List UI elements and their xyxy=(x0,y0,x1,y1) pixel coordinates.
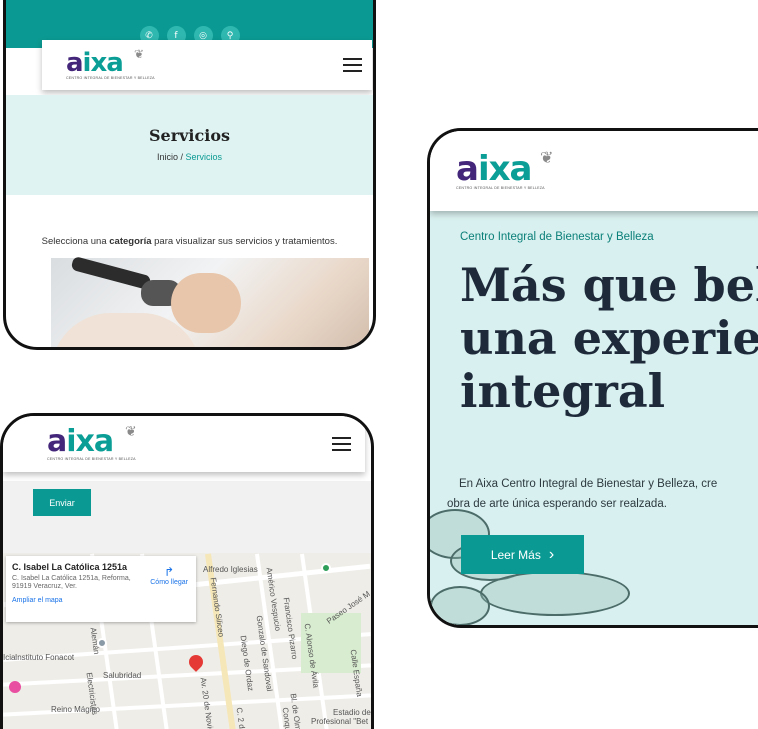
page-title: Servicios xyxy=(148,126,231,145)
directions-icon: ↱ xyxy=(164,565,175,579)
logo[interactable]: aixa CENTRO INTEGRAL DE BIENESTAR Y BELL… xyxy=(456,148,553,190)
send-button[interactable]: Enviar xyxy=(33,489,91,516)
header-nav: aixa CENTRO INTEGRAL DE BIENESTAR Y BELL… xyxy=(430,131,758,211)
menu-icon[interactable] xyxy=(332,437,351,451)
menu-icon[interactable] xyxy=(343,58,362,72)
embedded-map[interactable]: Alfredo Iglesias Icia Instituto Fonacot … xyxy=(3,553,371,729)
logo[interactable]: aixa CENTRO INTEGRAL DE BIENESTAR Y BELL… xyxy=(47,424,137,461)
header-nav: aixa CENTRO INTEGRAL DE BIENESTAR Y BELL… xyxy=(42,40,372,90)
home-phone-mockup: aixa CENTRO INTEGRAL DE BIENESTAR Y BELL… xyxy=(427,128,758,628)
map-info-card: C. Isabel La Católica 1251a C. Isabel La… xyxy=(6,556,196,622)
intro-text: Selecciona una categoría para visualizar… xyxy=(41,236,338,247)
shop-marker-icon[interactable] xyxy=(9,681,21,693)
hero-headline: Más que bel una experie integral xyxy=(460,258,758,418)
page-hero: Servicios Inicio / Servicios xyxy=(6,95,373,195)
breadcrumb: Inicio / Servicios xyxy=(156,152,223,162)
services-phone-mockup: ✆ f ◎ ⚲ aixa CENTRO INTEGRAL DE BIENESTA… xyxy=(3,0,376,350)
logo-leaf-icon: ❦ xyxy=(134,47,145,61)
header-nav: aixa CENTRO INTEGRAL DE BIENESTAR Y BELL… xyxy=(3,416,365,472)
service-photo[interactable] xyxy=(51,255,369,347)
map-place-address: C. Isabel La Católica 1251a, Reforma, 91… xyxy=(12,575,131,591)
breadcrumb-current: Servicios xyxy=(185,152,223,162)
enlarge-map-link[interactable]: Ampliar el mapa xyxy=(12,597,190,604)
breadcrumb-home[interactable]: Inicio xyxy=(157,152,178,162)
logo-leaf-icon: ❦ xyxy=(540,148,554,167)
map-pin-icon[interactable] xyxy=(186,652,206,672)
directions-button[interactable]: ↱ Cómo llegar xyxy=(150,565,188,586)
hero-body: En Aixa Centro Integral de Bienestar y B… xyxy=(447,478,718,511)
poi-marker-icon[interactable] xyxy=(97,638,107,648)
contact-phone-mockup: aixa CENTRO INTEGRAL DE BIENESTAR Y BELL… xyxy=(0,413,374,729)
park-marker-icon[interactable] xyxy=(321,563,331,573)
logo[interactable]: aixa CENTRO INTEGRAL DE BIENESTAR Y BELL… xyxy=(66,47,155,80)
chevron-right-icon: › xyxy=(548,545,555,563)
logo-leaf-icon: ❦ xyxy=(125,424,137,440)
hero-kicker: Centro Integral de Bienestar y Belleza xyxy=(460,231,654,243)
read-more-button[interactable]: Leer Más › xyxy=(461,535,584,574)
